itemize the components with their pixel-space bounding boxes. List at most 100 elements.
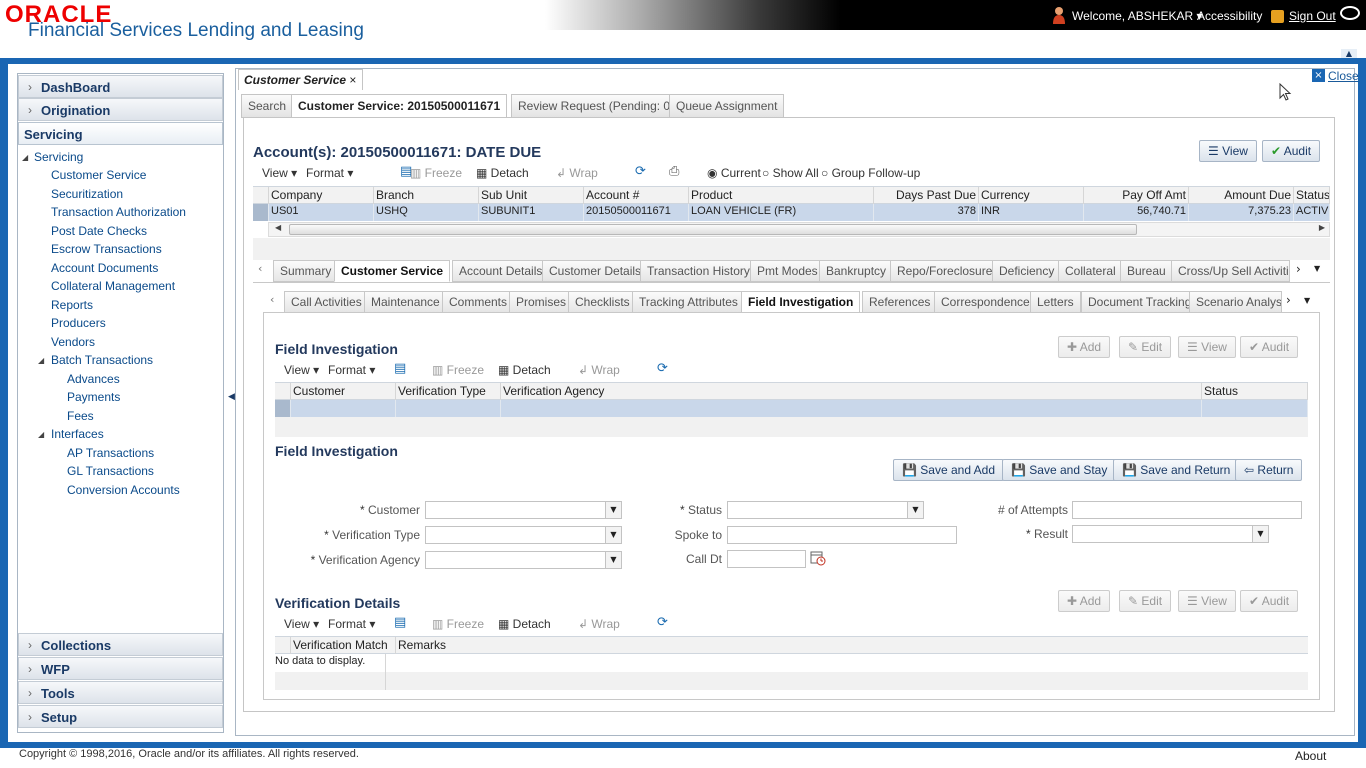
wrap-button[interactable]: ↲ Wrap xyxy=(556,166,598,180)
status-select[interactable]: ▼ xyxy=(727,501,924,519)
radio-current[interactable]: ◉ Current xyxy=(707,166,761,180)
vd-wrap-button[interactable]: ↲ Wrap xyxy=(578,617,620,631)
export-icon[interactable]: ▤ xyxy=(394,615,406,630)
about-link[interactable]: About xyxy=(1295,749,1326,763)
nav-collections[interactable]: › Collections xyxy=(18,633,223,656)
refresh-icon[interactable]: ⟳ xyxy=(657,615,668,630)
tab-queue-assignment[interactable]: Queue Assignment xyxy=(669,94,785,118)
format-menu[interactable]: Format ▾ xyxy=(306,166,353,180)
fi-view-button[interactable]: ☰ View xyxy=(1178,336,1236,358)
tree-item-securitization[interactable]: Securitization xyxy=(51,187,123,201)
view-menu[interactable]: View ▾ xyxy=(262,166,297,180)
tree-item-ap-transactions[interactable]: AP Transactions xyxy=(67,446,154,460)
fi-detach-button[interactable]: ▦ Detach xyxy=(498,363,551,377)
tree-item-account-documents[interactable]: Account Documents xyxy=(51,261,158,275)
innertab-tracking-attributes[interactable]: Tracking Attributes xyxy=(632,291,745,313)
subtab-summary[interactable]: Summary xyxy=(273,260,339,282)
innertab-scenario-analysis[interactable]: Scenario Analysis xyxy=(1189,291,1282,313)
detach-button[interactable]: ▦ Detach xyxy=(476,166,529,180)
vd-view-button[interactable]: ☰ View xyxy=(1178,590,1236,612)
fi-view-menu[interactable]: View ▾ xyxy=(284,363,319,377)
radio-group-follow-up[interactable]: ○ Group Follow-up xyxy=(821,166,920,180)
radio-show-all[interactable]: ○ Show All xyxy=(762,166,819,180)
innertab-promises[interactable]: Promises xyxy=(509,291,574,313)
tree-item-reports[interactable]: Reports xyxy=(51,298,93,312)
innertab-correspondence[interactable]: Correspondence xyxy=(934,291,1037,313)
help-bubble-icon[interactable] xyxy=(1340,6,1360,20)
col-days-past-due[interactable]: Days Past Due xyxy=(874,187,979,204)
col-customer[interactable]: Customer xyxy=(291,383,396,400)
fi-wrap-button[interactable]: ↲ Wrap xyxy=(578,363,620,377)
fi-add-button[interactable]: ✚ Add xyxy=(1058,336,1111,358)
col-remarks[interactable]: Remarks xyxy=(396,637,1308,654)
col-amount-due[interactable]: Amount Due xyxy=(1189,187,1294,204)
tabs-scroll-right-icon[interactable]: › xyxy=(1296,262,1301,276)
vd-edit-button[interactable]: ✎ Edit xyxy=(1119,590,1172,612)
welcome-menu[interactable]: Welcome, ABSHEKAR ▾ xyxy=(1072,9,1203,23)
tree-batch-transactions[interactable]: Batch Transactions xyxy=(51,353,153,367)
window-tab-customer-service[interactable]: Customer Service × xyxy=(238,69,363,90)
tree-item-advances[interactable]: Advances xyxy=(67,372,120,386)
print-icon[interactable]: ⎙ xyxy=(669,164,679,179)
table-row[interactable] xyxy=(275,400,1308,417)
nav-setup[interactable]: › Setup xyxy=(18,705,223,728)
tree-expand-icon[interactable]: ◢ xyxy=(22,153,28,162)
row-selector[interactable] xyxy=(253,204,269,221)
close-tab-icon[interactable]: × xyxy=(349,73,356,87)
subtab-customer-details[interactable]: Customer Details xyxy=(542,260,649,282)
subtab-customer-service[interactable]: Customer Service xyxy=(334,260,451,282)
signout-link[interactable]: Sign Out xyxy=(1289,9,1336,23)
tree-item-collateral-management[interactable]: Collateral Management xyxy=(51,279,175,293)
save-and-return-button[interactable]: 💾 Save and Return xyxy=(1113,459,1240,481)
nav-dashboard[interactable]: › DashBoard xyxy=(18,75,223,98)
tree-item-conversion-accounts[interactable]: Conversion Accounts xyxy=(67,483,180,497)
audit-button[interactable]: ✔ Audit xyxy=(1262,140,1321,162)
innertab-document-tracking[interactable]: Document Tracking xyxy=(1081,291,1199,313)
col-product[interactable]: Product xyxy=(689,187,874,204)
verification-type-select[interactable]: ▼ xyxy=(425,526,622,544)
col-verification-agency[interactable]: Verification Agency xyxy=(501,383,1202,400)
tree-interfaces[interactable]: Interfaces xyxy=(51,427,104,441)
nav-tools[interactable]: › Tools xyxy=(18,681,223,704)
innertab-call-activities[interactable]: Call Activities xyxy=(284,291,369,313)
innertab-maintenance[interactable]: Maintenance xyxy=(364,291,447,313)
subtab-pmt-modes[interactable]: Pmt Modes xyxy=(750,260,825,282)
close-link[interactable]: Close xyxy=(1328,69,1359,83)
subtab-bureau[interactable]: Bureau xyxy=(1120,260,1173,282)
fi-format-menu[interactable]: Format ▾ xyxy=(328,363,375,377)
vd-format-menu[interactable]: Format ▾ xyxy=(328,617,375,631)
col-fi-status[interactable]: Status xyxy=(1202,383,1308,400)
subtab-transaction-history[interactable]: Transaction History xyxy=(640,260,757,282)
subtab-bankruptcy[interactable]: Bankruptcy xyxy=(819,260,894,282)
fi-edit-button[interactable]: ✎ Edit xyxy=(1119,336,1172,358)
vd-freeze-button[interactable]: ▥ Freeze xyxy=(432,617,484,631)
horizontal-scrollbar[interactable]: ◀ ▶ xyxy=(268,222,1330,237)
call-dt-input[interactable] xyxy=(727,550,806,568)
tab-review-request[interactable]: Review Request (Pending: 0) xyxy=(511,94,682,118)
spoke-to-input[interactable] xyxy=(727,526,957,544)
tabs-menu-icon[interactable]: ▼ xyxy=(1314,264,1320,273)
col-pay-off-amt[interactable]: Pay Off Amt xyxy=(1084,187,1189,204)
row-selector[interactable] xyxy=(275,400,291,417)
col-sub-unit[interactable]: Sub Unit xyxy=(479,187,584,204)
return-button[interactable]: ⇦ Return xyxy=(1235,459,1303,481)
col-status[interactable]: Status xyxy=(1294,187,1330,204)
fi-freeze-button[interactable]: ▥ Freeze xyxy=(432,363,484,377)
col-verification-match[interactable]: Verification Match xyxy=(291,637,396,654)
customer-select[interactable]: ▼ xyxy=(425,501,622,519)
table-row[interactable]: US01 USHQ SUBUNIT1 20150500011671 LOAN V… xyxy=(253,204,1330,221)
col-account[interactable]: Account # xyxy=(584,187,689,204)
tree-servicing[interactable]: Servicing xyxy=(34,150,83,164)
save-and-add-button[interactable]: 💾 Save and Add xyxy=(893,459,1005,481)
tree-item-producers[interactable]: Producers xyxy=(51,316,106,330)
vd-view-menu[interactable]: View ▾ xyxy=(284,617,319,631)
subtab-account-details[interactable]: Account Details xyxy=(452,260,550,282)
export-icon[interactable]: ▤ xyxy=(394,361,406,376)
tree-item-fees[interactable]: Fees xyxy=(67,409,94,423)
tree-expand-icon[interactable]: ◢ xyxy=(38,430,44,439)
tab-customer-service-account[interactable]: Customer Service: 20150500011671 xyxy=(291,94,508,118)
scrollbar-thumb[interactable] xyxy=(289,224,1137,235)
refresh-icon[interactable]: ⟳ xyxy=(635,164,646,179)
nav-servicing[interactable]: Servicing xyxy=(18,122,223,145)
col-branch[interactable]: Branch xyxy=(374,187,479,204)
